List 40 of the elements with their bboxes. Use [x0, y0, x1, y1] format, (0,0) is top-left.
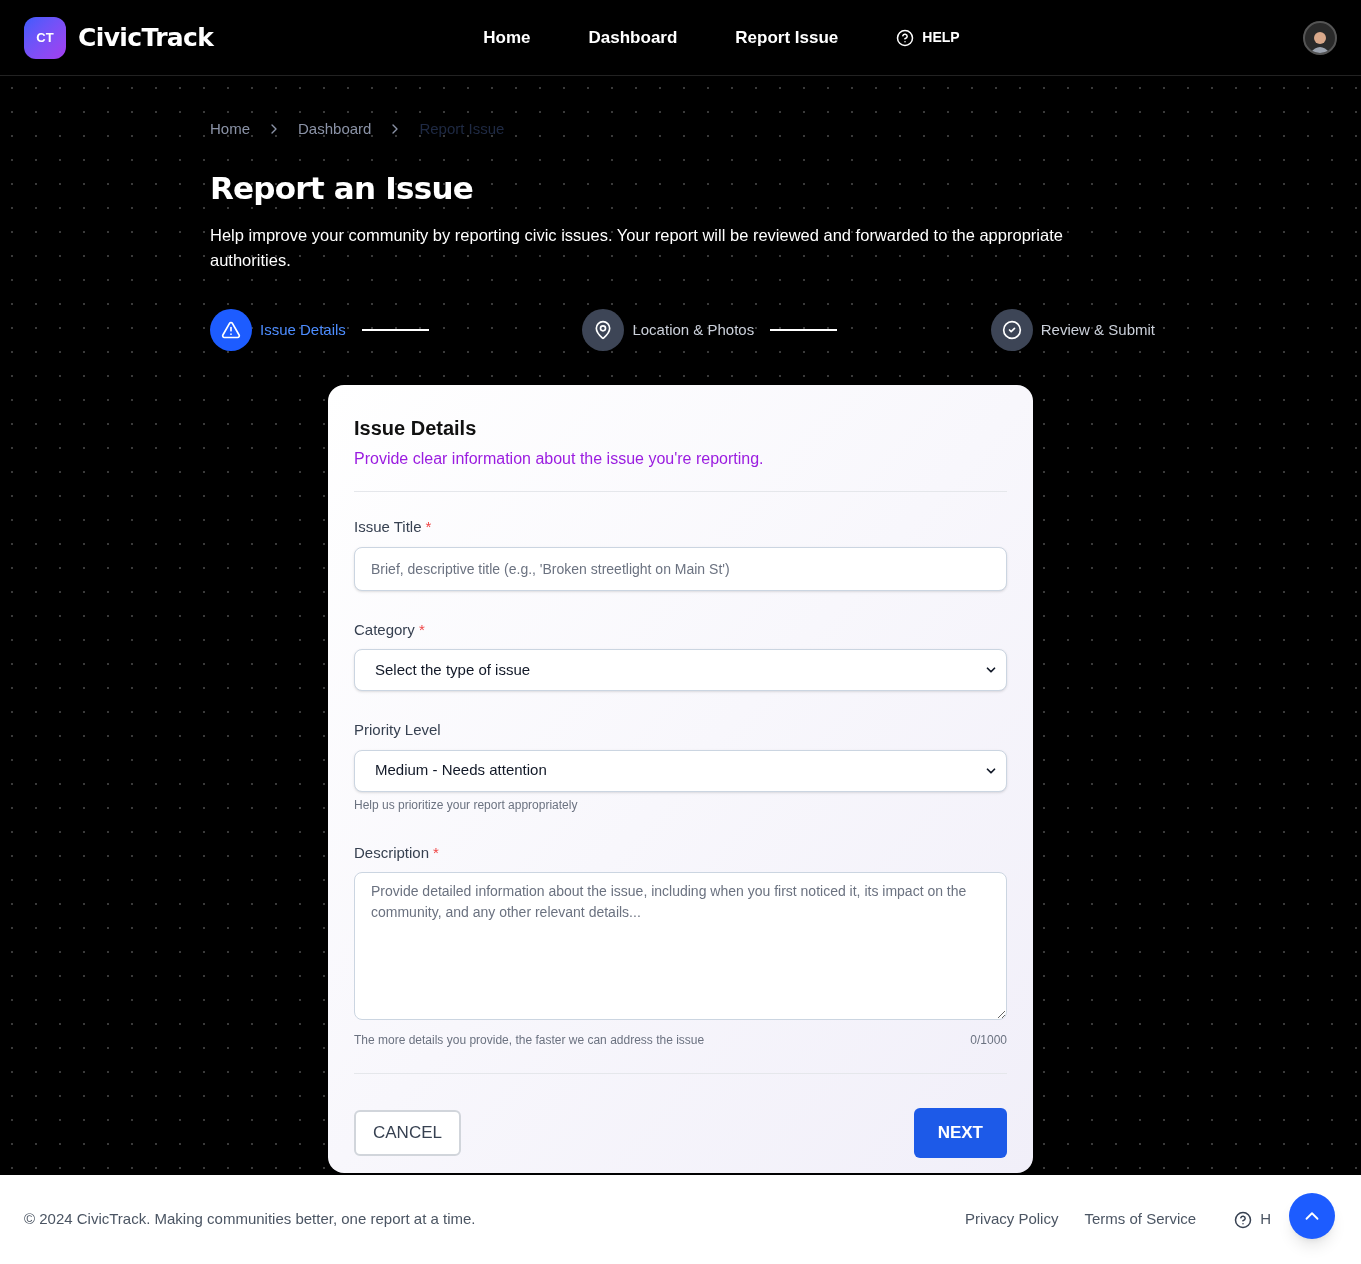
- field-label: Priority Level: [354, 720, 441, 740]
- field-label: Issue Title: [354, 517, 422, 537]
- helper-text: Help us prioritize your report appropriately: [354, 796, 578, 814]
- footer-link[interactable]: Privacy Policy: [965, 1208, 1059, 1231]
- copyright-text: © 2024 CivicTrack. Making communities better, one report at a time.: [24, 1209, 476, 1230]
- select-field[interactable]: Medium - Needs attention: [354, 749, 1007, 792]
- character-counter: 0/1000: [970, 1032, 1007, 1049]
- text-field[interactable]: Brief, descriptive title (e.g., 'Broken streetlight on Main St'): [354, 546, 1007, 591]
- page-title: Report an Issue: [210, 168, 474, 208]
- breadcrumb-link[interactable]: Dashboard: [298, 118, 372, 141]
- nav-link[interactable]: Dashboard: [588, 24, 678, 51]
- nav-link[interactable]: Home: [483, 24, 531, 51]
- textarea-field[interactable]: Provide detailed information about the issue, including when you first noticed it, its impact on the community, and any other relevant details...: [354, 872, 1007, 1020]
- breadcrumb-link[interactable]: Home: [210, 118, 250, 141]
- help-icon: [896, 28, 915, 47]
- logo-mark[interactable]: CT: [24, 16, 66, 59]
- footer-link[interactable]: Terms of Service: [1084, 1208, 1197, 1231]
- help-link[interactable]: H: [1234, 1208, 1271, 1231]
- form-title: Issue Details: [354, 416, 478, 441]
- field-label: Category: [354, 619, 415, 640]
- brand-name[interactable]: CivicTrack: [78, 18, 214, 57]
- required-mark: *: [433, 842, 439, 863]
- required-mark: *: [425, 517, 432, 537]
- helper-text: The more details you provide, the faster we can address the issue: [354, 1032, 705, 1049]
- nav-link[interactable]: Report Issue: [735, 24, 839, 51]
- avatar[interactable]: [1303, 20, 1337, 55]
- select-field[interactable]: Select the type of issue: [354, 649, 1007, 691]
- step-label[interactable]: Issue Details: [260, 318, 346, 342]
- form-subtitle: Provide clear information about the issue you're reporting.: [354, 449, 765, 469]
- cancel-button[interactable]: CANCEL: [354, 1110, 461, 1156]
- step-label[interactable]: Review & Submit: [1040, 318, 1155, 342]
- help-link[interactable]: HELP: [896, 27, 960, 48]
- warning-icon: [221, 320, 241, 340]
- help-icon: [1234, 1210, 1253, 1229]
- field-label: Description: [354, 842, 430, 863]
- step-label[interactable]: Location & Photos: [632, 318, 755, 342]
- check-circle-icon: [1001, 320, 1022, 340]
- next-button[interactable]: NEXT: [913, 1108, 1007, 1158]
- page-intro: Help improve your community by reporting civic issues. Your report will be reviewed and forwarded to the appropriate authorities.: [210, 225, 1064, 271]
- required-mark: *: [418, 619, 425, 640]
